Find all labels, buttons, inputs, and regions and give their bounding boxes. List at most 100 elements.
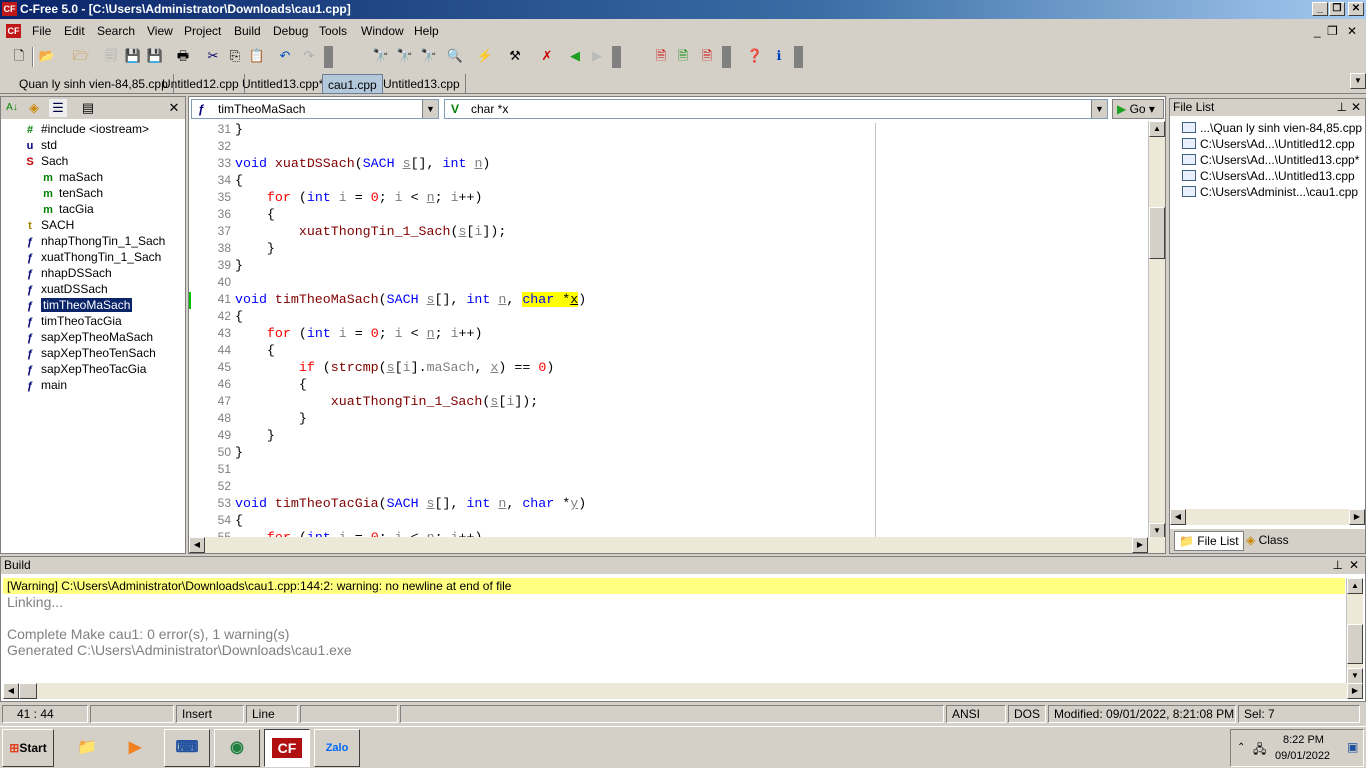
code-line[interactable]: xuatThongTin_1_Sach(s[i]);: [235, 224, 507, 239]
clear-bookmark-icon[interactable]: 🗎: [698, 47, 716, 65]
close-file-icon[interactable]: 🗐: [102, 47, 120, 65]
minimize-button[interactable]: _: [1312, 2, 1328, 16]
menu-build[interactable]: Build: [234, 24, 261, 38]
file-list-item[interactable]: ...\Quan ly sinh vien-84,85.cpp: [1182, 121, 1362, 135]
code-line[interactable]: for (int i = 0; i < n; i++): [235, 326, 483, 341]
clock-date[interactable]: 09/01/2022: [1275, 750, 1330, 762]
code-line[interactable]: void timTheoTacGia(SACH s[], int n, char…: [235, 496, 586, 511]
restore-button[interactable]: ❐: [1329, 2, 1345, 16]
zalo-icon[interactable]: Zalo: [314, 729, 360, 767]
cut-icon[interactable]: ✂: [204, 47, 222, 65]
c-free-taskbar-icon[interactable]: CF: [264, 729, 310, 767]
bookmark-icon[interactable]: 🗎: [652, 47, 670, 65]
tab-file-list[interactable]: 📁 File List: [1174, 531, 1244, 551]
file-explorer-icon[interactable]: 📁: [64, 729, 110, 767]
chevron-down-icon[interactable]: ▼: [1091, 100, 1107, 118]
build-horizontal-scrollbar[interactable]: ◀ ▶: [3, 683, 1363, 699]
show-desktop-icon[interactable]: ▣: [1347, 740, 1358, 754]
menu-debug[interactable]: Debug: [273, 24, 308, 38]
build-vertical-scrollbar[interactable]: ▲ ▼: [1346, 578, 1363, 684]
open-project-icon[interactable]: 🗁: [72, 47, 90, 65]
compile-icon[interactable]: ⚡: [476, 47, 494, 65]
next-bookmark-icon[interactable]: 🗎: [674, 47, 692, 65]
toolbar-overflow[interactable]: [794, 46, 803, 68]
find-next-icon[interactable]: 🔭: [396, 47, 414, 65]
scroll-thumb[interactable]: [1347, 624, 1363, 664]
help-icon[interactable]: ❓: [746, 47, 764, 65]
symbol-tree-item[interactable]: ƒ nhapDSSach: [23, 265, 112, 281]
tab-cau1[interactable]: cau1.cpp: [322, 74, 383, 94]
forward-icon[interactable]: ▶: [588, 47, 606, 65]
menu-view[interactable]: View: [147, 24, 173, 38]
print-icon[interactable]: 🖶: [174, 47, 192, 65]
mdi-minimize[interactable]: _: [1314, 24, 1321, 38]
chevron-down-icon[interactable]: ▼: [422, 100, 438, 118]
tab-untitled13-modified[interactable]: Untitled13.cpp*: [237, 74, 330, 94]
symbol-tree-item[interactable]: ƒ sapXepTheoTenSach: [23, 345, 156, 361]
scroll-left-button[interactable]: ◀: [1170, 509, 1186, 525]
pin-icon[interactable]: ⊥: [1333, 557, 1343, 574]
scroll-up-button[interactable]: ▲: [1347, 578, 1363, 594]
file-list-hscrollbar[interactable]: ◀ ▶: [1170, 509, 1365, 525]
menu-file[interactable]: File: [32, 24, 51, 38]
close-icon[interactable]: ✕: [1349, 557, 1359, 574]
code-line[interactable]: }: [235, 123, 243, 137]
code-line[interactable]: {: [235, 377, 307, 392]
find-prev-icon[interactable]: 🔭: [420, 47, 438, 65]
start-button[interactable]: ⊞Start: [2, 729, 54, 767]
copy-icon[interactable]: ⎘: [226, 47, 244, 65]
symbol-tree-item[interactable]: ƒ sapXepTheoMaSach: [23, 329, 153, 345]
pin-icon[interactable]: ⊥: [1337, 99, 1347, 116]
media-player-icon[interactable]: ▶: [112, 729, 158, 767]
find-in-files-icon[interactable]: 🔍: [446, 47, 464, 65]
menu-tools[interactable]: Tools: [319, 24, 347, 38]
symbol-tree-item[interactable]: ƒ sapXepTheoTacGia: [23, 361, 146, 377]
code-line[interactable]: for (int i = 0; i < n; i++): [235, 190, 483, 205]
symbol-tree-item[interactable]: ƒ timTheoMaSach: [23, 297, 133, 313]
save-icon[interactable]: 💾: [124, 47, 142, 65]
code-line[interactable]: {: [235, 207, 275, 222]
file-list-item[interactable]: C:\Users\Ad...\Untitled13.cpp: [1182, 169, 1355, 183]
symbol-tree-item[interactable]: ƒ xuatDSSach: [23, 281, 108, 297]
build-icon[interactable]: ⚒: [506, 47, 524, 65]
symbol-tree-item[interactable]: S Sach: [23, 153, 68, 169]
network-icon[interactable]: 🖧: [1253, 740, 1266, 761]
tab-quan-ly[interactable]: Quan ly sinh vien-84,85.cpp: [14, 74, 174, 94]
tab-class[interactable]: ◈ Class: [1242, 533, 1293, 547]
code-line[interactable]: }: [235, 428, 275, 443]
symbol-tree-item[interactable]: t SACH: [23, 217, 74, 233]
editor-horizontal-scrollbar[interactable]: ◀ ▶: [189, 537, 1165, 553]
tab-untitled13[interactable]: Untitled13.cpp: [378, 74, 466, 94]
symbol-tree-item[interactable]: ƒ nhapThongTin_1_Sach: [23, 233, 165, 249]
menu-help[interactable]: Help: [414, 24, 439, 38]
menu-search[interactable]: Search: [97, 24, 135, 38]
stop-icon[interactable]: ✗: [538, 47, 556, 65]
mdi-close[interactable]: ✕: [1347, 24, 1357, 38]
symbol-tree-item[interactable]: ƒ main: [23, 377, 67, 393]
menu-edit[interactable]: Edit: [64, 24, 85, 38]
file-list-item[interactable]: C:\Users\Ad...\Untitled13.cpp*: [1182, 153, 1359, 167]
close-icon[interactable]: ✕: [1351, 99, 1361, 116]
doc-icon[interactable]: CF: [6, 24, 21, 38]
scroll-down-button[interactable]: ▼: [1347, 668, 1363, 684]
code-line[interactable]: {: [235, 343, 275, 358]
scroll-thumb[interactable]: [19, 683, 37, 699]
symbol-tree-item[interactable]: m tenSach: [41, 185, 103, 201]
undo-icon[interactable]: ↶: [276, 47, 294, 65]
symbol-tree-item[interactable]: m tacGia: [41, 201, 94, 217]
code-area[interactable]: 31} 32 33 void xuatDSSach(SACH s[], int n) 3…: [189, 123, 1147, 538]
scroll-right-button[interactable]: ▶: [1349, 509, 1365, 525]
code-line[interactable]: }: [235, 445, 243, 460]
toolbar-overflow[interactable]: [324, 46, 333, 68]
file-list-item[interactable]: C:\Users\Administ...\cau1.cpp: [1182, 185, 1358, 199]
close-panel-icon[interactable]: ✕: [165, 99, 183, 117]
menu-project[interactable]: Project: [184, 24, 221, 38]
code-line[interactable]: if (strcmp(s[i].maSach, x) == 0): [235, 360, 554, 375]
code-line[interactable]: }: [235, 258, 243, 273]
info-icon[interactable]: ℹ: [770, 47, 788, 65]
scroll-right-button[interactable]: ▶: [1347, 683, 1363, 699]
back-icon[interactable]: ◀: [566, 47, 584, 65]
toolbar-overflow[interactable]: [612, 46, 621, 68]
toolbar-overflow[interactable]: [722, 46, 731, 68]
mdi-restore[interactable]: ❐: [1327, 24, 1338, 38]
